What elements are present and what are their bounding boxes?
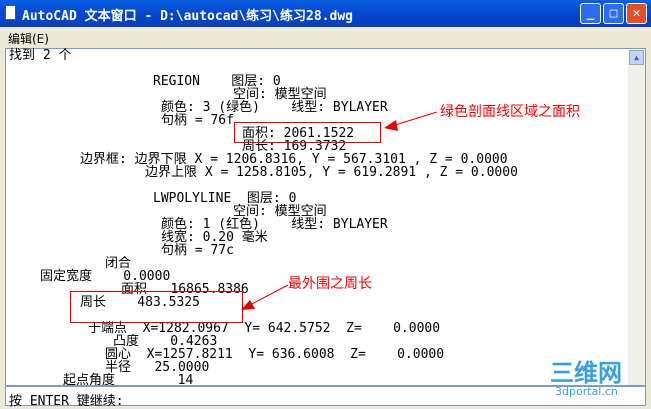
perimeter-annotation: 最外围之周长 <box>288 276 372 292</box>
watermark-logo: 三维网 <box>550 359 622 387</box>
watermark-url: 3dportal.cn <box>555 385 618 398</box>
arrowhead-icon <box>384 120 398 131</box>
arrow-line <box>391 111 438 127</box>
area-annotation: 绿色剖面线区域之面积 <box>440 104 580 120</box>
arrowhead-icon <box>241 300 255 310</box>
arrow-line <box>247 284 289 307</box>
annotation-arrows <box>241 111 438 310</box>
